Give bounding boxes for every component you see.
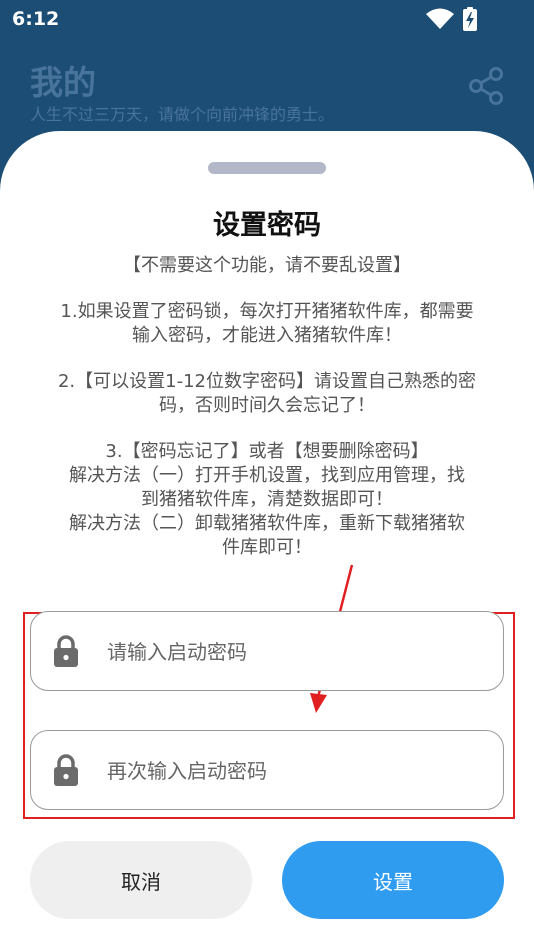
notice-line: 码，否则时间久会忘记了！: [159, 395, 375, 416]
notice-text: 【不需要这个功能，请不要乱设置】 1.如果设置了密码锁，每次打开猪猪软件库，都需…: [30, 254, 504, 560]
app-header: 我的 人生不过三万天，请做个向前冲锋的勇士。: [0, 38, 534, 138]
notice-line: 1.如果设置了密码锁，每次打开猪猪软件库，都需要: [60, 301, 474, 322]
cancel-button[interactable]: 取消: [30, 841, 252, 919]
status-bar: 6:12: [0, 0, 534, 38]
notice-line: 输入密码，才能进入猪猪软件库！: [132, 325, 402, 346]
password-field[interactable]: [30, 611, 504, 691]
notice-line: 件库即可！: [222, 537, 312, 558]
battery-icon: [463, 7, 477, 31]
set-password-button[interactable]: 设置: [282, 841, 504, 919]
password-dialog: 设置密码 【不需要这个功能，请不要乱设置】 1.如果设置了密码锁，每次打开猪猪软…: [0, 131, 534, 949]
notice-line: 【不需要这个功能，请不要乱设置】: [123, 255, 411, 276]
password-input[interactable]: [107, 632, 487, 672]
status-icons: [426, 7, 477, 31]
notice-line: 到猪猪软件库，清楚数据即可！: [141, 489, 393, 510]
page-title: 我的: [30, 63, 96, 102]
page-subtitle: 人生不过三万天，请做个向前冲锋的勇士。: [30, 105, 335, 124]
notice-line: 解决方法（一）打开手机设置，找到应用管理，找: [69, 465, 465, 486]
status-time: 6:12: [12, 8, 60, 30]
drag-handle[interactable]: [208, 162, 326, 174]
notice-line: 3.【密码忘记了】或者【想要删除密码】: [105, 441, 429, 462]
wifi-icon: [426, 8, 454, 29]
lock-icon: [54, 754, 78, 786]
lock-icon: [54, 635, 78, 667]
confirm-password-field[interactable]: [30, 730, 504, 810]
dialog-title: 设置密码: [213, 210, 321, 241]
share-icon[interactable]: [468, 66, 504, 106]
notice-line: 2.【可以设置1-12位数字密码】请设置自己熟悉的密: [57, 371, 477, 392]
notice-line: 解决方法（二）卸载猪猪软件库，重新下载猪猪软: [69, 513, 465, 534]
confirm-password-input[interactable]: [107, 751, 487, 791]
